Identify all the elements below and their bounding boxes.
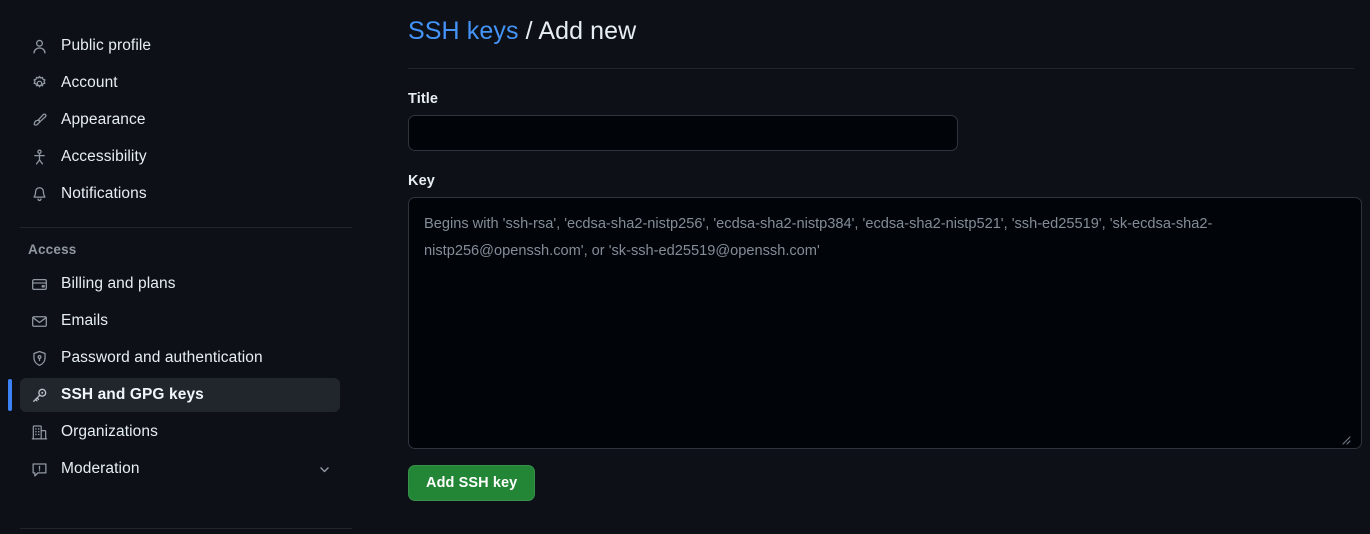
- main-content: SSH keys / Add new Title Key Add SSH key: [370, 0, 1370, 534]
- title-field-label: Title: [408, 91, 439, 108]
- sidebar-item-label: Password and authentication: [61, 349, 263, 367]
- sidebar-item-label: Moderation: [61, 460, 140, 478]
- sidebar-item-notifications[interactable]: Notifications: [20, 177, 340, 211]
- sidebar-item-ssh-and-gpg-keys[interactable]: SSH and GPG keys: [8, 378, 340, 412]
- sidebar-item-label: Notifications: [61, 185, 147, 203]
- title-form-field: Title: [408, 91, 1362, 152]
- sidebar-item-label: Emails: [61, 312, 109, 330]
- key-textarea[interactable]: [408, 197, 1362, 450]
- title-divider: [408, 68, 1354, 70]
- key-form-field: Key: [408, 173, 1362, 450]
- page-title: SSH keys / Add new: [408, 16, 1362, 47]
- sidebar-item-account[interactable]: Account: [20, 66, 340, 100]
- key-field-label: Key: [408, 173, 435, 190]
- report-icon: [30, 460, 48, 478]
- sidebar-primary-nav: Public profile Account Appearance Access…: [0, 29, 370, 211]
- bell-icon: [30, 185, 48, 203]
- sidebar-access-nav: Billing and plans Emails Password and au…: [0, 267, 370, 486]
- mail-icon: [30, 312, 48, 330]
- sidebar-item-moderation[interactable]: Moderation: [20, 452, 340, 486]
- sidebar-divider: [20, 227, 352, 228]
- shield-lock-icon: [30, 349, 48, 367]
- credit-card-icon: [30, 275, 48, 293]
- breadcrumb-current: Add new: [538, 17, 637, 45]
- sidebar-item-emails[interactable]: Emails: [20, 304, 340, 338]
- key-textarea-wrapper: [408, 197, 1362, 450]
- gear-icon: [30, 74, 48, 92]
- add-ssh-key-button[interactable]: Add SSH key: [408, 465, 536, 502]
- paintbrush-icon: [30, 111, 48, 129]
- sidebar-item-label: Account: [61, 74, 118, 92]
- sidebar-section-heading-access: Access: [28, 242, 77, 257]
- person-icon: [30, 37, 48, 55]
- sidebar-item-appearance[interactable]: Appearance: [20, 103, 340, 137]
- sidebar-item-password-and-authentication[interactable]: Password and authentication: [20, 341, 340, 375]
- settings-page: Public profile Account Appearance Access…: [0, 0, 1370, 534]
- title-input[interactable]: [408, 115, 958, 152]
- sidebar-item-label: SSH and GPG keys: [61, 386, 204, 404]
- sidebar-item-label: Organizations: [61, 423, 158, 441]
- sidebar-item-accessibility[interactable]: Accessibility: [20, 140, 340, 174]
- accessibility-icon: [30, 148, 48, 166]
- key-icon: [30, 386, 48, 404]
- sidebar-item-label: Accessibility: [61, 148, 147, 166]
- sidebar-item-organizations[interactable]: Organizations: [20, 415, 340, 449]
- sidebar-item-label: Appearance: [61, 111, 146, 129]
- sidebar-item-label: Billing and plans: [61, 275, 176, 293]
- sidebar-item-public-profile[interactable]: Public profile: [20, 29, 340, 63]
- chevron-down-icon[interactable]: [317, 462, 332, 477]
- breadcrumb-separator: /: [518, 17, 539, 45]
- sidebar-bottom-divider: [20, 528, 352, 529]
- settings-sidebar: Public profile Account Appearance Access…: [0, 0, 370, 534]
- sidebar-item-label: Public profile: [61, 37, 152, 55]
- organization-icon: [30, 423, 48, 441]
- sidebar-item-billing-and-plans[interactable]: Billing and plans: [20, 267, 340, 301]
- breadcrumb-link-ssh-keys[interactable]: SSH keys: [408, 17, 519, 45]
